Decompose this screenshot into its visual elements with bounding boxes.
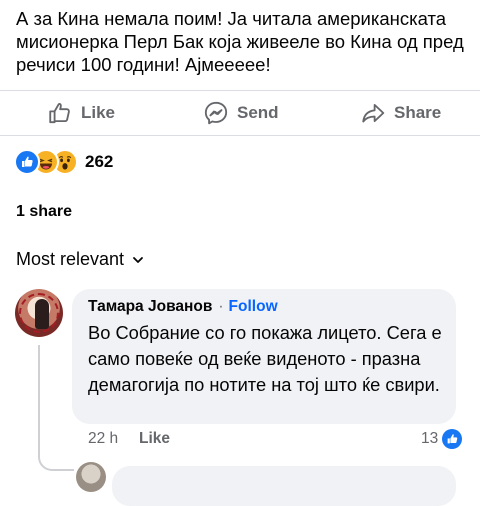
chevron-down-icon	[133, 256, 143, 263]
reply-avatar[interactable]	[76, 462, 106, 492]
comment-sort-dropdown[interactable]: Most relevant	[16, 249, 144, 270]
like-reaction-icon	[14, 149, 40, 175]
like-button[interactable]: Like	[47, 91, 115, 135]
thumbs-up-icon	[49, 103, 70, 124]
comment-like-count-value: 13	[421, 430, 439, 447]
comment-text: Во Собрание со го покажа лицето. Сега е …	[88, 322, 442, 395]
comment-sort-label: Most relevant	[16, 249, 125, 269]
comment-like-button[interactable]: Like	[139, 430, 170, 448]
follow-button[interactable]: Follow	[229, 298, 278, 316]
separator-dot: ·	[218, 298, 224, 315]
like-button-label: Like	[81, 103, 116, 122]
comment-author[interactable]: Тамара Јованов	[88, 298, 212, 316]
post-text: А за Кина немала поим! Ја читала америка…	[16, 8, 464, 75]
send-button-label: Send	[237, 103, 279, 122]
share-count[interactable]: 1 share	[16, 203, 72, 221]
send-button[interactable]: Send	[203, 91, 279, 135]
comment-like-count[interactable]: 13	[421, 429, 463, 449]
reaction-count: 262	[85, 152, 114, 171]
reply-bubble	[112, 466, 456, 506]
share-button[interactable]: Share	[360, 91, 441, 135]
reply-thread-line	[38, 345, 74, 471]
messenger-icon	[204, 101, 228, 125]
comment-timestamp[interactable]: 22 h	[88, 430, 118, 448]
post-action-bar: Like Send Share	[0, 90, 480, 136]
share-button-label: Share	[394, 103, 442, 122]
share-arrow-icon	[362, 103, 385, 123]
like-badge-icon	[442, 429, 463, 449]
reactions-summary[interactable]: 262	[14, 149, 113, 175]
comment-header: Тамара Јованов · Follow	[88, 298, 278, 316]
avatar[interactable]	[15, 289, 63, 337]
